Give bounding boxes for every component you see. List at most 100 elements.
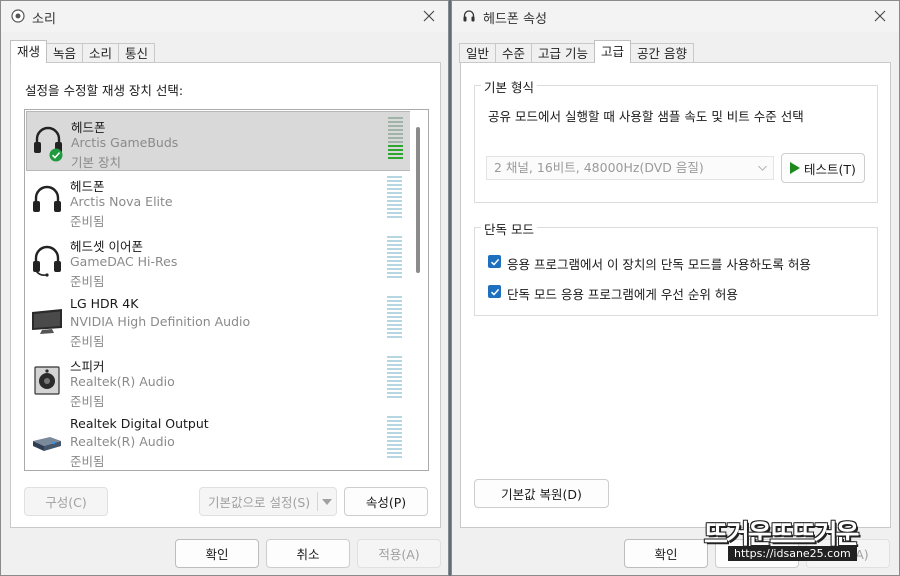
window-title: 헤드폰 속성: [483, 12, 547, 27]
exclusive-priority-label[interactable]: 단독 모드 응용 프로그램에게 우선 순위 허용: [507, 284, 738, 303]
sound-tabs: 재생 녹음 소리 통신: [10, 40, 156, 63]
device-status: 준비됨: [70, 454, 105, 469]
meter-segment: [388, 121, 403, 123]
meter-segment: [388, 141, 403, 143]
meter-segment: [387, 448, 402, 450]
meter-segment: [387, 324, 402, 326]
device-name: 헤드폰: [70, 179, 105, 194]
meter-segment: [387, 196, 402, 198]
test-button[interactable]: 테스트(T): [781, 153, 865, 183]
meter-segment: [387, 320, 402, 322]
test-label: 테스트(T): [804, 161, 856, 177]
tab-recording[interactable]: 녹음: [46, 43, 84, 63]
meter-segment: [387, 360, 402, 362]
meter-segment: [387, 368, 402, 370]
meter-segment: [387, 200, 402, 202]
meter-segment: [387, 236, 402, 238]
meter-segment: [387, 328, 402, 330]
meter-segment: [387, 204, 402, 206]
device-list-scrollbar[interactable]: [410, 111, 427, 469]
device-driver: Realtek(R) Audio: [70, 434, 175, 449]
device-item[interactable]: LG HDR 4K NVIDIA High Definition Audio 준…: [26, 291, 411, 351]
set-default-divider: [317, 492, 318, 511]
close-button[interactable]: [867, 5, 893, 27]
digital-output-icon: [33, 437, 61, 451]
device-item[interactable]: 헤드셋 이어폰 GameDAC Hi-Res 준비됨: [26, 231, 411, 291]
device-item[interactable]: 헤드폰 Arctis Nova Elite 준비됨: [26, 171, 411, 231]
allow-exclusive-label[interactable]: 응용 프로그램에서 이 장치의 단독 모드를 사용하도록 허용: [507, 254, 811, 273]
cancel-button[interactable]: 취소: [266, 539, 350, 568]
exclusive-priority-checkbox[interactable]: [488, 285, 501, 298]
volume-meter: [387, 356, 402, 400]
meter-segment: [387, 364, 402, 366]
tab-general[interactable]: 일반: [459, 43, 497, 63]
device-driver: NVIDIA High Definition Audio: [70, 314, 251, 329]
device-status: 준비됨: [70, 394, 105, 409]
close-button[interactable]: [416, 5, 442, 27]
tab-enhancements[interactable]: 고급 기능: [531, 43, 596, 63]
scrollbar-thumb[interactable]: [416, 127, 420, 273]
device-item[interactable]: 스피커 Realtek(R) Audio 준비됨: [26, 351, 411, 411]
meter-segment: [387, 440, 402, 442]
restore-defaults-button[interactable]: 기본값 복원(D): [474, 479, 609, 508]
device-driver: GameDAC Hi-Res: [70, 254, 178, 269]
allow-exclusive-checkbox[interactable]: [488, 255, 501, 268]
meter-segment: [388, 125, 403, 127]
meter-segment: [387, 376, 402, 378]
meter-segment: [387, 444, 402, 446]
headphones-app-icon: [463, 10, 475, 22]
chevron-down-icon: [758, 166, 767, 171]
device-status: 준비됨: [70, 334, 105, 349]
meter-segment: [387, 304, 402, 306]
properties-window: 헤드폰 속성 일반 수준 고급 기능 고급 공간 음향 기본 형식 공유 모드에…: [451, 0, 900, 576]
apply-button[interactable]: 적용(A): [357, 539, 441, 568]
chevron-down-icon[interactable]: [322, 499, 332, 505]
meter-segment: [388, 145, 403, 147]
device-name: 헤드셋 이어폰: [70, 239, 143, 254]
close-icon: [874, 10, 886, 22]
device-driver: Arctis GameBuds: [71, 135, 179, 150]
check-icon: [490, 258, 499, 266]
meter-segment: [387, 244, 402, 246]
window-title: 소리: [32, 12, 56, 27]
set-default-label: 기본값으로 설정(S): [208, 495, 311, 510]
tab-advanced[interactable]: 고급: [594, 40, 632, 63]
meter-segment: [387, 388, 402, 390]
meter-segment: [387, 380, 402, 382]
ok-button[interactable]: 확인: [624, 539, 708, 568]
exclusive-mode-legend: 단독 모드: [481, 219, 537, 238]
configure-button[interactable]: 구성(C): [24, 487, 108, 516]
default-check-icon: [49, 148, 63, 162]
tab-spatial-sound[interactable]: 공간 음향: [630, 43, 695, 63]
device-name: 헤드폰: [71, 120, 106, 135]
tab-playback[interactable]: 재생: [10, 40, 48, 63]
meter-segment: [387, 392, 402, 394]
device-item[interactable]: 헤드폰 Arctis GameBuds 기본 장치: [26, 111, 411, 171]
properties-button[interactable]: 속성(P): [344, 487, 428, 516]
speaker-icon: [34, 366, 60, 395]
format-select[interactable]: 2 채널, 16비트, 48000Hz(DVD 음질): [486, 156, 774, 180]
volume-meter: [387, 236, 402, 280]
device-name: LG HDR 4K: [70, 296, 139, 311]
instruction-text: 설정을 수정할 재생 장치 선택:: [25, 83, 184, 98]
meter-segment: [387, 356, 402, 358]
set-default-button[interactable]: 기본값으로 설정(S): [199, 487, 337, 516]
tab-sounds[interactable]: 소리: [82, 43, 120, 63]
tab-communications[interactable]: 통신: [118, 43, 156, 63]
meter-segment: [387, 436, 402, 438]
meter-segment: [387, 336, 402, 338]
tab-levels[interactable]: 수준: [495, 43, 533, 63]
device-list[interactable]: 헤드폰 Arctis GameBuds 기본 장치 헤드폰 Arctis Nov…: [24, 109, 429, 471]
meter-segment: [387, 428, 402, 430]
meter-segment: [387, 296, 402, 298]
close-icon: [423, 10, 435, 22]
meter-segment: [387, 252, 402, 254]
meter-segment: [388, 133, 403, 135]
meter-segment: [388, 149, 403, 151]
meter-segment: [387, 256, 402, 258]
meter-segment: [387, 396, 402, 398]
device-item[interactable]: Realtek Digital Output Realtek(R) Audio …: [26, 411, 411, 470]
ok-button[interactable]: 확인: [175, 539, 259, 568]
meter-segment: [387, 332, 402, 334]
default-format-group: 기본 형식: [474, 77, 878, 203]
